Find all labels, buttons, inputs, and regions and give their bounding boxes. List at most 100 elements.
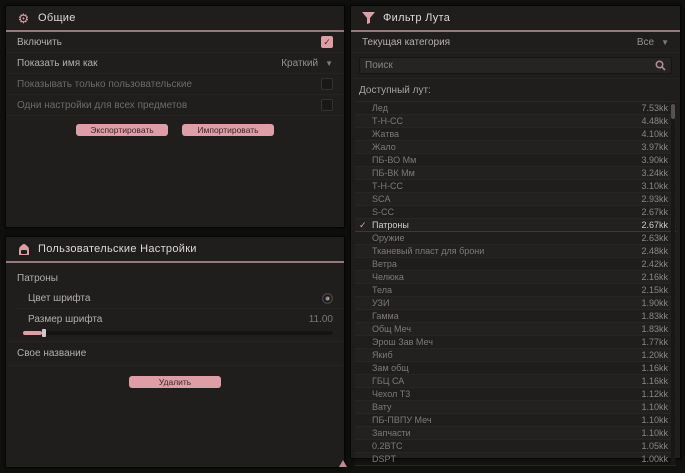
- loot-row[interactable]: ✓ Эрош Зав Меч 1.77kk: [355, 336, 676, 349]
- chevron-down-icon: ▼: [325, 59, 333, 68]
- search-input[interactable]: [359, 57, 672, 74]
- loot-row[interactable]: ✓ S-CC 2.67kk: [355, 206, 676, 219]
- loot-row[interactable]: ✓ Чехол Т3 1.12kk: [355, 388, 676, 401]
- loot-name: Жатва: [372, 129, 399, 139]
- font-color-row: Цвет шрифта: [17, 288, 344, 309]
- loot-list-scrollbar[interactable]: [671, 103, 675, 465]
- loot-row[interactable]: ✓ Тела 2.15kk: [355, 284, 676, 297]
- loot-row[interactable]: ✓ Т-Н-СС 3.10kk: [355, 180, 676, 193]
- dropdown[interactable]: Краткий▼: [281, 58, 333, 69]
- export-button[interactable]: Экспортировать: [76, 124, 168, 136]
- loot-name: УЗИ: [372, 298, 389, 308]
- search-icon[interactable]: [655, 60, 666, 71]
- loot-row[interactable]: ✓ Ветра 2.42kk: [355, 258, 676, 271]
- category-value: Все: [637, 37, 654, 48]
- loot-value: 1.10kk: [641, 415, 668, 425]
- loot-value: 2.93kk: [641, 194, 668, 204]
- loot-name: Челюка: [372, 272, 404, 282]
- color-picker-icon[interactable]: [322, 293, 333, 304]
- scrollbar-thumb[interactable]: [671, 104, 675, 119]
- general-panel-header: ⚙ Общие: [6, 6, 344, 32]
- loot-list: ✓ Лед 7.53kk ✓ Т-Н-СС 4.48kk ✓ Жатва 4.1…: [355, 101, 676, 466]
- loot-row[interactable]: ✓ Патроны 2.67kk: [355, 219, 676, 232]
- loot-row[interactable]: ✓ ГБЦ СА 1.16kk: [355, 375, 676, 388]
- loot-value: 1.16kk: [641, 376, 668, 386]
- checkbox[interactable]: [321, 78, 333, 90]
- font-color-label: Цвет шрифта: [28, 293, 90, 304]
- loot-row[interactable]: ✓ DSPT 1.00kk: [355, 453, 676, 466]
- chevron-down-icon: ▼: [661, 38, 669, 47]
- loot-row[interactable]: ✓ Челюка 2.16kk: [355, 271, 676, 284]
- custom-name-label: Свое название: [17, 348, 86, 359]
- available-loot-label: Доступный лут:: [351, 79, 680, 99]
- loot-name: Патроны: [372, 220, 409, 230]
- loot-name: Ветра: [372, 259, 397, 269]
- setting-label: Показывать только пользовательские: [17, 79, 192, 90]
- loot-name: ГБЦ СА: [372, 376, 404, 386]
- category-row: Текущая категория Все ▼: [351, 32, 680, 53]
- loot-row[interactable]: ✓ УЗИ 1.90kk: [355, 297, 676, 310]
- loot-name: Зам общ: [372, 363, 409, 373]
- loot-name: Тканевый пласт для брони: [372, 246, 484, 256]
- loot-row[interactable]: ✓ Жатва 4.10kk: [355, 128, 676, 141]
- gear-icon: ⚙: [17, 12, 30, 25]
- loot-value: 3.24kk: [641, 168, 668, 178]
- font-size-slider-row: [6, 330, 344, 342]
- category-dropdown[interactable]: Все ▼: [637, 37, 669, 48]
- loot-value: 1.10kk: [641, 402, 668, 412]
- checkbox[interactable]: ✓: [321, 36, 333, 48]
- loot-value: 2.48kk: [641, 246, 668, 256]
- setting-row: Включить ✓: [6, 32, 344, 53]
- loot-value: 1.90kk: [641, 298, 668, 308]
- loot-name: Т-Н-СС: [372, 181, 403, 191]
- setting-row: Показать имя как Краткий▼: [6, 53, 344, 74]
- font-size-label: Размер шрифта: [28, 314, 102, 325]
- font-size-slider[interactable]: [23, 331, 333, 335]
- general-buttons-row: Экспортировать Импортировать: [6, 124, 344, 136]
- custom-name-input[interactable]: [153, 348, 333, 359]
- loot-row[interactable]: ✓ 0.2BTC 1.05kk: [355, 440, 676, 453]
- loot-value: 7.53kk: [641, 103, 668, 113]
- loot-name: DSPT: [372, 454, 396, 464]
- loot-name: ПБ-ПВПУ Меч: [372, 415, 432, 425]
- loot-row[interactable]: ✓ Жало 3.97kk: [355, 141, 676, 154]
- font-size-row: Размер шрифта 11.00: [17, 309, 344, 330]
- loot-row[interactable]: ✓ Зам общ 1.16kk: [355, 362, 676, 375]
- loot-name: ПБ-ВО Мм: [372, 155, 416, 165]
- checkbox[interactable]: [321, 99, 333, 111]
- custom-panel-header: Пользовательские Настройки: [6, 237, 344, 263]
- loot-value: 1.12kk: [641, 389, 668, 399]
- loot-row[interactable]: ✓ Лед 7.53kk: [355, 102, 676, 115]
- loot-name: Жало: [372, 142, 396, 152]
- loot-value: 4.10kk: [641, 129, 668, 139]
- search-field[interactable]: [365, 60, 645, 71]
- delete-button[interactable]: Удалить: [129, 376, 221, 388]
- loot-row[interactable]: ✓ ПБ-ВО Мм 3.90kk: [355, 154, 676, 167]
- loot-row[interactable]: ✓ Якиб 1.20kk: [355, 349, 676, 362]
- loot-value: 3.10kk: [641, 181, 668, 191]
- loot-row[interactable]: ✓ Вату 1.10kk: [355, 401, 676, 414]
- loot-value: 1.16kk: [641, 363, 668, 373]
- loot-row[interactable]: ✓ Запчасти 1.10kk: [355, 427, 676, 440]
- loot-row[interactable]: ✓ ПБ-ПВПУ Меч 1.10kk: [355, 414, 676, 427]
- loot-name: Якиб: [372, 350, 393, 360]
- loot-row[interactable]: ✓ Оружие 2.63kk: [355, 232, 676, 245]
- loot-row[interactable]: ✓ ПБ-ВК Мм 3.24kk: [355, 167, 676, 180]
- loot-row[interactable]: ✓ Гамма 1.83kk: [355, 310, 676, 323]
- loot-value: 2.15kk: [641, 285, 668, 295]
- loot-value: 2.16kk: [641, 272, 668, 282]
- loot-row[interactable]: ✓ Т-Н-СС 4.48kk: [355, 115, 676, 128]
- slider-handle[interactable]: [42, 329, 46, 337]
- loot-row[interactable]: ✓ Тканевый пласт для брони 2.48kk: [355, 245, 676, 258]
- loot-row[interactable]: ✓ SCA 2.93kk: [355, 193, 676, 206]
- check-icon: ✓: [359, 220, 368, 231]
- search-row: [351, 53, 680, 79]
- loot-value: 1.20kk: [641, 350, 668, 360]
- import-button[interactable]: Импортировать: [182, 124, 274, 136]
- loot-value: 1.10kk: [641, 428, 668, 438]
- loot-row[interactable]: ✓ Общ Меч 1.83kk: [355, 323, 676, 336]
- loot-value: 2.63kk: [641, 233, 668, 243]
- loot-value: 2.67kk: [641, 220, 668, 230]
- loot-value: 1.83kk: [641, 311, 668, 321]
- loot-name: Вату: [372, 402, 392, 412]
